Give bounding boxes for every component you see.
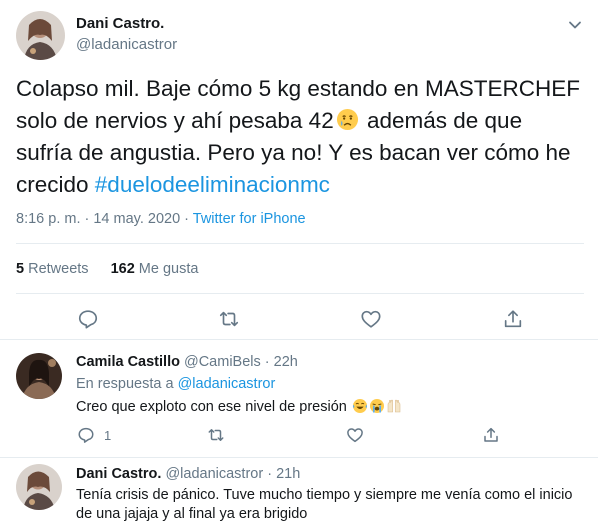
tweet-timestamp[interactable]: 8:16 p. m. · 14 may. 2020 · [16, 211, 193, 227]
tweet-text-line: Colapso mil. Baje cómo 5 kg estando en M… [16, 76, 580, 101]
retweet-icon[interactable] [218, 308, 240, 330]
tweet-text-segment: solo de nervios y ahí pesaba 42 [16, 108, 334, 133]
tweet-text: Colapso mil. Baje cómo 5 kg estando en M… [16, 73, 586, 201]
share-icon[interactable] [482, 426, 500, 444]
tweet-text-line: solo de nervios y ahí pesaba 42 además d… [16, 105, 586, 137]
in-response-label: En respuesta a [76, 376, 178, 392]
divider [16, 293, 584, 294]
like-heart-icon[interactable] [346, 426, 364, 444]
reply-text: Creo que exploto con ese nivel de presió… [76, 398, 586, 417]
retweets-label: Retweets [24, 261, 89, 277]
hashtag-link[interactable]: #duelodeeliminacionmc [95, 172, 330, 197]
avatar[interactable] [16, 464, 62, 510]
likes-stat[interactable]: 162 Me gusta [111, 261, 199, 277]
avatar[interactable] [16, 353, 62, 399]
in-response-to: En respuesta a @ladanicastror [76, 376, 275, 392]
reply-count: 1 [104, 428, 112, 443]
reply-handle-time[interactable]: @CamiBels · 22h [180, 354, 298, 370]
reply-author-name[interactable]: Camila Castillo [76, 354, 180, 370]
likes-label: Me gusta [134, 261, 199, 277]
reply-text-line: Tenía crisis de pánico. Tuve mucho tiemp… [76, 487, 573, 503]
reply-header: Dani Castro. @ladanicastror · 21h [76, 466, 300, 482]
reply-author-name[interactable]: Dani Castro. [76, 466, 161, 482]
avatar[interactable] [16, 11, 65, 60]
crying-face-emoji-icon [336, 108, 359, 131]
reply-text-content: Creo que exploto con ese nivel de presió… [76, 399, 347, 415]
retweet-icon[interactable] [207, 426, 225, 444]
tweet-text-segment: además de que [360, 108, 523, 133]
share-icon[interactable] [502, 308, 524, 330]
retweets-count: 5 [16, 261, 25, 277]
reply-text: Tenía crisis de pánico. Tuve mucho tiemp… [76, 486, 586, 524]
reply-icon[interactable] [77, 308, 99, 330]
divider [16, 243, 584, 244]
tweet-meta: 8:16 p. m. · 14 may. 2020 · Twitter for … [16, 211, 306, 227]
reply-text-line: de una jajaja y al final ya era brigido [76, 506, 308, 522]
reply-tweet[interactable]: Camila Castillo @CamiBels · 22h En respu… [0, 341, 598, 458]
tweet-text-segment: crecido [16, 172, 95, 197]
reply-header: Camila Castillo @CamiBels · 22h [76, 354, 298, 370]
reply-handle-time[interactable]: @ladanicastror · 21h [161, 466, 300, 482]
likes-count: 162 [110, 261, 135, 277]
reply-icon[interactable] [77, 426, 95, 444]
like-heart-icon[interactable] [360, 308, 382, 330]
retweets-stat[interactable]: 5 Retweets [16, 261, 89, 277]
main-tweet: Dani Castro. @ladanicastror Colapso mil.… [0, 0, 598, 340]
raised-hands-emoji-icon [386, 398, 402, 414]
author-name[interactable]: Dani Castro. [76, 15, 164, 32]
tweet-source-link[interactable]: Twitter for iPhone [193, 211, 306, 227]
tweet-text-line: sufría de angustia. Pero ya no! Y es bac… [16, 140, 571, 165]
loudly-crying-emoji-icon [369, 398, 385, 414]
reply-tweet[interactable]: Dani Castro. @ladanicastror · 21h Tenía … [0, 459, 598, 524]
tweet-text-line: crecido #duelodeeliminacionmc [16, 169, 586, 201]
chevron-down-icon[interactable] [566, 16, 584, 34]
tears-of-joy-emoji-icon [352, 398, 368, 414]
author-handle[interactable]: @ladanicastror [76, 36, 177, 53]
tweet-stats: 5 Retweets 162 Me gusta [16, 261, 198, 277]
in-response-handle-link[interactable]: @ladanicastror [178, 376, 276, 392]
